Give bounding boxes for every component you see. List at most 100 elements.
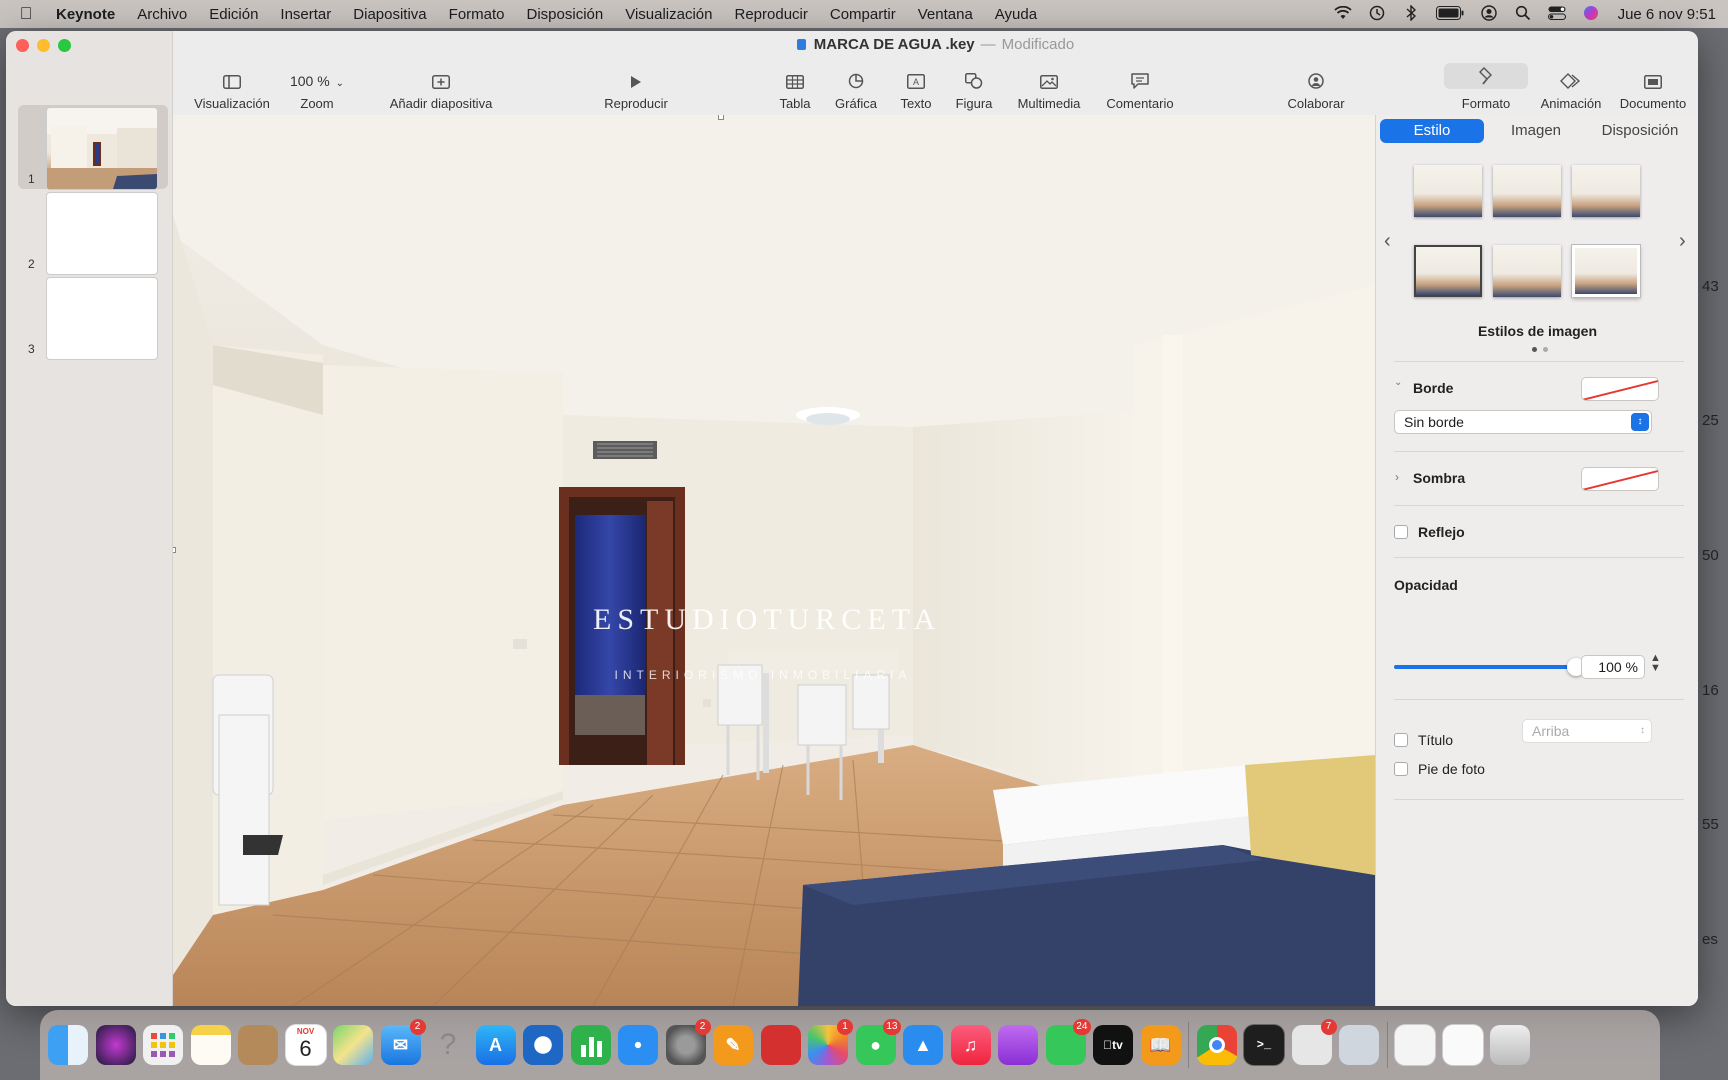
border-style-value: Sin borde (1404, 414, 1464, 430)
add-slide-icon (432, 59, 450, 89)
podcasts-icon[interactable] (998, 1025, 1038, 1065)
shadow-color-well[interactable] (1581, 467, 1659, 491)
window-controls (16, 39, 71, 52)
menu-formato[interactable]: Formato (438, 6, 516, 23)
slide-thumbnail[interactable] (47, 278, 157, 359)
border-style-select[interactable]: Sin borde ↕ (1394, 410, 1652, 434)
apple-menu-icon[interactable]:  (0, 4, 52, 24)
menu-app-name[interactable]: Keynote (52, 6, 126, 23)
chevron-left-icon[interactable]: ‹ (1384, 230, 1391, 253)
window-title: MARCA DE AGUA .key — Modificado (173, 31, 1698, 59)
music-icon[interactable]: ♫ (950, 1025, 991, 1065)
messages-icon[interactable]: ● 13 (855, 1019, 901, 1065)
title-position-value: Arriba (1532, 723, 1570, 739)
help-icon[interactable]: ? (428, 1025, 468, 1065)
image-style-swatch[interactable] (1493, 245, 1561, 297)
opacity-label: Opacidad (1394, 577, 1458, 593)
time-machine-icon[interactable] (1360, 5, 1394, 24)
menu-visualizacion[interactable]: Visualización (614, 6, 723, 23)
podium-icon: ▲ (914, 1034, 932, 1055)
chevron-down-icon[interactable]: ⌄ (1394, 377, 1402, 388)
preview-icon[interactable]: 7 (1291, 1019, 1337, 1065)
menu-clock[interactable]: Jue 6 nov 9:51 (1608, 6, 1716, 23)
calendar-icon[interactable]: NOV 6 (285, 1025, 326, 1065)
opacity-input[interactable]: 100 % (1581, 655, 1645, 679)
title-checkbox[interactable] (1394, 733, 1408, 747)
slide-canvas[interactable]: ESTUDIOTURCETA INTERIORISMO INMOBILIARIA (173, 115, 1375, 1006)
facetime-icon[interactable]: 24 (1045, 1019, 1091, 1065)
minimize-window-icon[interactable] (37, 39, 50, 52)
chevron-right-icon[interactable]: › (1395, 470, 1399, 484)
document-name[interactable]: MARCA DE AGUA .key (814, 36, 975, 53)
opacity-slider[interactable] (1394, 658, 1585, 676)
wifi-icon[interactable] (1326, 5, 1360, 23)
bluetooth-icon[interactable] (1394, 3, 1428, 24)
image-style-swatch[interactable] (1414, 165, 1482, 217)
menu-ayuda[interactable]: Ayuda (984, 6, 1048, 23)
numbers-icon[interactable] (570, 1025, 611, 1065)
image-style-swatch[interactable] (1493, 165, 1561, 217)
image-capture-icon[interactable] (1339, 1025, 1379, 1065)
apple-tv-icon[interactable]: tv (1093, 1025, 1133, 1065)
chevron-right-icon[interactable]: › (1679, 230, 1686, 253)
contacts-icon[interactable] (238, 1025, 278, 1065)
battery-icon[interactable] (1428, 5, 1472, 23)
tab-estilo[interactable]: Estilo (1380, 119, 1484, 143)
border-color-well[interactable] (1581, 377, 1659, 401)
siri-icon[interactable] (95, 1025, 136, 1065)
chrome-center (1208, 1037, 1225, 1053)
menu-compartir[interactable]: Compartir (819, 6, 907, 23)
launchpad-icon[interactable] (143, 1025, 183, 1065)
reflection-checkbox[interactable] (1394, 525, 1408, 539)
menu-diapositiva[interactable]: Diapositiva (342, 6, 437, 23)
caption-checkbox[interactable] (1394, 762, 1408, 776)
control-center-icon[interactable] (1540, 6, 1574, 23)
menu-disposicion[interactable]: Disposición (516, 6, 615, 23)
pages-icon[interactable]: ✎ (713, 1025, 753, 1065)
slide-thumbnail[interactable] (47, 193, 157, 274)
finder-icon[interactable] (48, 1025, 88, 1065)
photos-icon[interactable]: 1 (808, 1019, 853, 1065)
terminal-icon[interactable]: >_ (1244, 1025, 1284, 1065)
border-label[interactable]: Borde (1413, 380, 1453, 396)
thunderbird-icon[interactable] (523, 1025, 563, 1065)
user-account-icon[interactable] (1472, 4, 1506, 24)
room-photo[interactable] (173, 115, 1375, 1006)
safari-icon[interactable] (618, 1025, 658, 1065)
maps-icon[interactable] (333, 1025, 373, 1065)
downloads-stack-icon[interactable] (1442, 1025, 1483, 1065)
chrome-icon[interactable] (1196, 1025, 1237, 1065)
image-style-swatch[interactable] (1572, 165, 1640, 217)
tab-disposicion[interactable]: Disposición (1588, 119, 1692, 143)
documents-stack-icon[interactable] (1395, 1025, 1435, 1065)
books-icon[interactable]: 📖 (1140, 1025, 1181, 1065)
page-dot-active[interactable] (1532, 347, 1537, 352)
photo-booth-icon[interactable] (760, 1025, 801, 1065)
menu-archivo[interactable]: Archivo (126, 6, 198, 23)
menu-ventana[interactable]: Ventana (907, 6, 984, 23)
tab-imagen[interactable]: Imagen (1484, 119, 1588, 143)
image-style-swatch[interactable] (1572, 245, 1640, 297)
siri-icon[interactable] (1574, 5, 1608, 24)
opacity-stepper-icon[interactable]: ▲ ▼ (1650, 653, 1661, 674)
image-style-swatch[interactable] (1414, 245, 1482, 297)
menu-edicion[interactable]: Edición (198, 6, 269, 23)
shadow-label[interactable]: Sombra (1413, 470, 1465, 486)
spotlight-search-icon[interactable] (1506, 5, 1540, 24)
keynote-icon[interactable]: ▲ (903, 1025, 943, 1065)
trash-icon[interactable] (1490, 1025, 1530, 1065)
menu-reproducir[interactable]: Reproducir (724, 6, 819, 23)
slide-thumbnail[interactable] (47, 108, 157, 189)
selection-handle-left[interactable] (173, 547, 176, 553)
app-store-icon[interactable]: A (475, 1025, 516, 1065)
status-area: Jue 6 nov 9:51 (1326, 0, 1716, 28)
zoom-window-icon[interactable] (58, 39, 71, 52)
notes-icon[interactable] (190, 1025, 231, 1065)
page-dot[interactable] (1543, 347, 1548, 352)
close-window-icon[interactable] (16, 39, 29, 52)
mail-icon[interactable]: ✉ 2 (380, 1019, 426, 1065)
divider (1394, 451, 1684, 452)
system-settings-icon[interactable]: 2 (665, 1019, 711, 1065)
selection-handle-top[interactable] (718, 115, 724, 120)
menu-insertar[interactable]: Insertar (269, 6, 342, 23)
